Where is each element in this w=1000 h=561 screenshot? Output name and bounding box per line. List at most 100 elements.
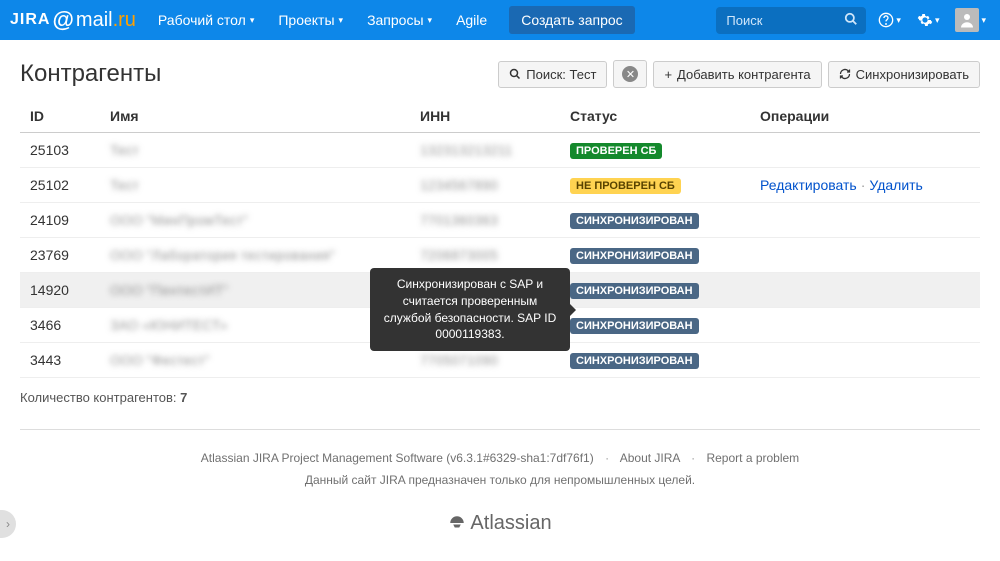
- user-menu[interactable]: ▾: [951, 4, 990, 36]
- cell-id: 24109: [20, 203, 100, 238]
- nav-issues[interactable]: Запросы▾: [357, 6, 442, 34]
- cell-inn: 7701360363: [410, 203, 560, 238]
- close-icon: ✕: [622, 66, 638, 82]
- col-inn[interactable]: ИНН: [410, 100, 560, 133]
- search-filter-button[interactable]: Поиск: Тест: [498, 61, 607, 88]
- count-label: Количество контрагентов:: [20, 390, 180, 405]
- cell-name: ООО "ПентестИТ": [100, 273, 410, 308]
- col-ops[interactable]: Операции: [750, 100, 980, 133]
- chevron-down-icon: ▾: [428, 15, 433, 26]
- table-header-row: ID Имя ИНН Статус Операции: [20, 100, 980, 133]
- help-icon[interactable]: ▾: [874, 8, 905, 32]
- table-row[interactable]: 25103Тест132313213211 ПРОВЕРЕН СБ: [20, 133, 980, 168]
- sync-button[interactable]: Синхронизировать: [828, 61, 980, 88]
- delete-link[interactable]: Удалить: [869, 177, 922, 193]
- footer-disclaimer: Данный сайт JIRA предназначен только для…: [20, 470, 980, 492]
- atlassian-logo[interactable]: Atlassian: [20, 505, 980, 541]
- cell-name: ООО "МинПромТест": [100, 203, 410, 238]
- cell-name: ООО "Фестест": [100, 343, 410, 378]
- create-issue-button[interactable]: Создать запрос: [509, 6, 634, 34]
- topbar: JIRA @ mail .ru Рабочий стол▾ Проекты▾ З…: [0, 0, 1000, 40]
- chevron-right-icon: ›: [6, 517, 10, 531]
- cell-inn: 1234567890: [410, 168, 560, 203]
- logo-ru: .ru: [113, 9, 136, 32]
- cell-status: СИНХРОНИЗИРОВАН: [560, 343, 750, 378]
- table-wrap: ID Имя ИНН Статус Операции 25103Тест1323…: [20, 100, 980, 378]
- status-tooltip: Синхронизирован с SAP и считается провер…: [370, 268, 570, 351]
- cell-ops: [750, 343, 980, 378]
- status-badge: СИНХРОНИЗИРОВАН: [570, 213, 699, 229]
- logo[interactable]: JIRA @ mail .ru: [10, 7, 136, 33]
- header-actions: Поиск: Тест ✕ + Добавить контрагента Син…: [498, 60, 980, 88]
- chevron-down-icon: ▾: [896, 15, 901, 26]
- cell-status: СИНХРОНИЗИРОВАН: [560, 238, 750, 273]
- cell-id: 25103: [20, 133, 100, 168]
- footer-about-link[interactable]: About JIRA: [620, 451, 680, 465]
- count-row: Количество контрагентов: 7: [20, 378, 980, 417]
- chevron-down-icon: ▾: [339, 15, 344, 26]
- cell-ops: [750, 308, 980, 343]
- status-badge: НЕ ПРОВЕРЕН СБ: [570, 178, 681, 194]
- cell-ops: [750, 273, 980, 308]
- nav: Рабочий стол▾ Проекты▾ Запросы▾ Agile Со…: [148, 6, 635, 34]
- status-badge: ПРОВЕРЕН СБ: [570, 143, 662, 159]
- table-row[interactable]: 24109ООО "МинПромТест"7701360363 СИНХРОНИ…: [20, 203, 980, 238]
- cell-name: Тест: [100, 168, 410, 203]
- footer-report-link[interactable]: Report a problem: [706, 451, 799, 465]
- atlassian-icon: [448, 514, 466, 532]
- cell-status: ПРОВЕРЕН СБ: [560, 133, 750, 168]
- at-icon: @: [52, 7, 73, 33]
- cell-id: 14920: [20, 273, 100, 308]
- cell-ops: Редактировать·Удалить: [750, 168, 980, 203]
- chevron-down-icon: ▾: [981, 15, 986, 26]
- nav-dashboard[interactable]: Рабочий стол▾: [148, 6, 264, 34]
- count-value: 7: [180, 390, 187, 405]
- chevron-down-icon: ▾: [935, 15, 940, 26]
- edit-link[interactable]: Редактировать: [760, 177, 857, 193]
- logo-jira: JIRA: [10, 11, 50, 29]
- cell-name: ЗАО «ЮНИТЕСТ»: [100, 308, 410, 343]
- footer-separator: [20, 429, 980, 430]
- search-icon[interactable]: [844, 12, 858, 29]
- cell-ops: [750, 203, 980, 238]
- nav-agile[interactable]: Agile: [446, 6, 497, 34]
- cell-name: ООО "Лаборатория тестирования": [100, 238, 410, 273]
- search-icon: [509, 68, 521, 80]
- status-badge: СИНХРОНИЗИРОВАН: [570, 353, 699, 369]
- add-contractor-button[interactable]: + Добавить контрагента: [653, 61, 821, 88]
- status-badge: СИНХРОНИЗИРОВАН: [570, 318, 699, 334]
- nav-projects[interactable]: Проекты▾: [268, 6, 353, 34]
- clear-search-button[interactable]: ✕: [613, 60, 647, 88]
- cell-status: НЕ ПРОВЕРЕН СБ: [560, 168, 750, 203]
- content: Контрагенты Поиск: Тест ✕ + Добавить кон…: [0, 40, 1000, 561]
- page-header: Контрагенты Поиск: Тест ✕ + Добавить кон…: [20, 60, 980, 88]
- table-row[interactable]: 25102Тест1234567890 НЕ ПРОВЕРЕН СБ Редакти…: [20, 168, 980, 203]
- avatar: [955, 8, 979, 32]
- cell-id: 3466: [20, 308, 100, 343]
- cell-id: 25102: [20, 168, 100, 203]
- col-status[interactable]: Статус: [560, 100, 750, 133]
- col-name[interactable]: Имя: [100, 100, 410, 133]
- cell-id: 3443: [20, 343, 100, 378]
- col-id[interactable]: ID: [20, 100, 100, 133]
- footer-software-link[interactable]: Atlassian JIRA Project Management Softwa…: [201, 451, 443, 465]
- status-badge: СИНХРОНИЗИРОВАН: [570, 283, 699, 299]
- cell-ops: [750, 238, 980, 273]
- cell-name: Тест: [100, 133, 410, 168]
- cell-ops: [750, 133, 980, 168]
- cell-inn: 132313213211: [410, 133, 560, 168]
- refresh-icon: [839, 68, 851, 80]
- footer-version: (v6.3.1#6329-sha1:7df76f1): [446, 451, 593, 465]
- status-badge: СИНХРОНИЗИРОВАН: [570, 248, 699, 264]
- page-title: Контрагенты: [20, 60, 161, 88]
- global-search: [716, 7, 866, 34]
- cell-status: СИНХРОНИЗИРОВАН: [560, 203, 750, 238]
- footer: Atlassian JIRA Project Management Softwa…: [20, 448, 980, 541]
- plus-icon: +: [664, 67, 672, 82]
- cell-status: СИНХРОНИЗИРОВАН: [560, 308, 750, 343]
- cell-status: СИНХРОНИЗИРОВАН: [560, 273, 750, 308]
- logo-mail: mail: [76, 9, 113, 32]
- topbar-right: ▾ ▾ ▾: [716, 4, 990, 36]
- gear-icon[interactable]: ▾: [913, 8, 944, 32]
- cell-id: 23769: [20, 238, 100, 273]
